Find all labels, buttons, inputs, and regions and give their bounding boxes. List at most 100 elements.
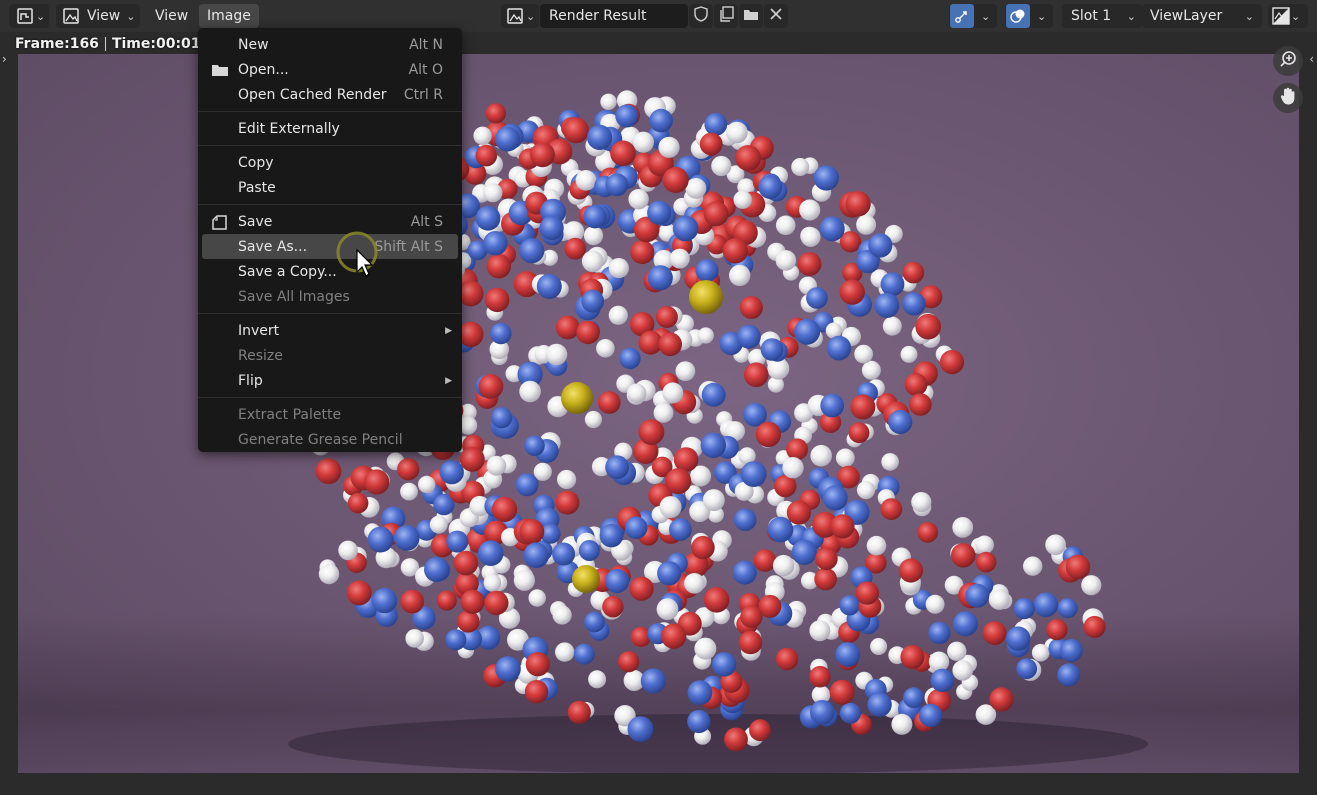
slot-label: Slot 1 (1071, 8, 1112, 24)
display-channels-dropdown[interactable]: ⌄ (1268, 4, 1308, 28)
menu-item-open[interactable]: Open... Alt O (202, 57, 458, 82)
atom (1059, 639, 1083, 662)
view-layer-dropdown[interactable]: ViewLayer ⌄ (1142, 4, 1262, 28)
atom (662, 167, 689, 193)
atom (453, 550, 479, 576)
atom (557, 469, 577, 490)
menu-item-open-cached-render[interactable]: Open Cached Render Ctrl R (202, 82, 458, 107)
menu-view-label: View (155, 8, 189, 24)
atom (1033, 592, 1059, 617)
menu-item-save-as[interactable]: Save As... Shift Alt S (202, 234, 458, 259)
atom (880, 272, 905, 297)
atom (575, 170, 597, 191)
atom (806, 287, 828, 309)
atom (576, 320, 600, 345)
atom (483, 574, 502, 592)
overlays-toggle[interactable]: ⌄ (1005, 4, 1053, 28)
atom (519, 519, 545, 545)
atom (786, 500, 812, 525)
atom (1057, 598, 1078, 619)
atom (782, 457, 804, 479)
atom (562, 117, 589, 144)
atom (659, 496, 682, 519)
browse-image-button[interactable]: ⌄ (501, 4, 539, 28)
atom (418, 475, 436, 494)
editor-type-button[interactable]: ⌄ (9, 4, 49, 28)
atom (581, 289, 605, 313)
view-mode-dropdown[interactable]: View ⌄ (56, 4, 140, 28)
atom (655, 306, 678, 328)
atom (599, 523, 624, 548)
atom (925, 594, 945, 614)
close-icon (770, 8, 782, 24)
fake-user-button[interactable] (689, 4, 713, 28)
pan-button[interactable] (1273, 83, 1303, 113)
image-name-field[interactable]: Render Result (540, 4, 688, 28)
menu-view[interactable]: View (147, 4, 196, 28)
atom (632, 131, 655, 153)
menu-item-edit-externally[interactable]: Edit Externally (202, 116, 458, 141)
atom (861, 360, 881, 380)
menu-item-paste[interactable]: Paste (202, 175, 458, 200)
atom (491, 496, 518, 522)
menu-item-copy[interactable]: Copy (202, 150, 458, 175)
atom (665, 468, 692, 495)
atom (703, 587, 730, 613)
save-icon (211, 213, 231, 231)
display-channels-icon (1271, 6, 1291, 26)
atom (988, 588, 1010, 610)
slot-dropdown[interactable]: Slot 1 ⌄ (1062, 4, 1142, 28)
menu-item-label: Save a Copy... (238, 263, 337, 280)
menu-item-label: Flip (238, 372, 263, 389)
atom (656, 598, 679, 621)
new-image-button[interactable] (714, 4, 738, 28)
atom (393, 525, 420, 551)
atom (658, 136, 680, 158)
atom (524, 435, 545, 457)
menu-item-invert[interactable]: Invert ▶ (202, 318, 458, 343)
menu-item-label: Extract Palette (238, 406, 342, 423)
open-image-button[interactable] (739, 4, 763, 28)
sidebar-expand-icon[interactable]: ‹ (1309, 52, 1314, 66)
atom (900, 645, 925, 669)
atom (815, 547, 838, 571)
unlink-image-button[interactable] (764, 4, 788, 28)
atom (584, 611, 605, 633)
menu-item-flip[interactable]: Flip ▶ (202, 368, 458, 393)
atom (813, 165, 839, 191)
atom (519, 380, 541, 403)
atom (726, 121, 748, 144)
atom (772, 554, 795, 577)
atom (722, 238, 748, 264)
menu-item-label: Invert (238, 322, 280, 339)
atom (845, 191, 871, 217)
submenu-arrow-icon: ▶ (445, 325, 452, 336)
atom (952, 517, 974, 538)
image-menu-dropdown: New Alt N Open... Alt O Open Cached Render Ct… (198, 28, 462, 452)
atom (567, 700, 591, 724)
atom (870, 638, 888, 655)
atom (475, 205, 501, 231)
atom (775, 647, 799, 671)
menu-item-save[interactable]: Save Alt S (202, 209, 458, 234)
menu-item-generate-grease-pencil: Generate Grease Pencil (202, 427, 458, 452)
zoom-button[interactable] (1273, 46, 1303, 76)
atom (561, 382, 593, 414)
atom (484, 590, 509, 616)
atom (555, 490, 580, 515)
atom (835, 448, 855, 468)
menu-image[interactable]: Image (199, 4, 259, 28)
menu-item-save-a-copy[interactable]: Save a Copy... (202, 259, 458, 284)
atom (661, 623, 687, 649)
menu-item-label: Paste (238, 179, 276, 196)
atom (513, 569, 535, 591)
menu-item-new[interactable]: New Alt N (202, 32, 458, 57)
atom (694, 637, 717, 660)
atom (830, 514, 855, 539)
atom (729, 264, 751, 287)
atom (545, 343, 568, 366)
atom (640, 668, 666, 694)
atom (610, 140, 636, 167)
toolbar-expand-icon[interactable]: › (2, 52, 7, 66)
gizmo-toggle[interactable]: ⌄ (949, 4, 997, 28)
